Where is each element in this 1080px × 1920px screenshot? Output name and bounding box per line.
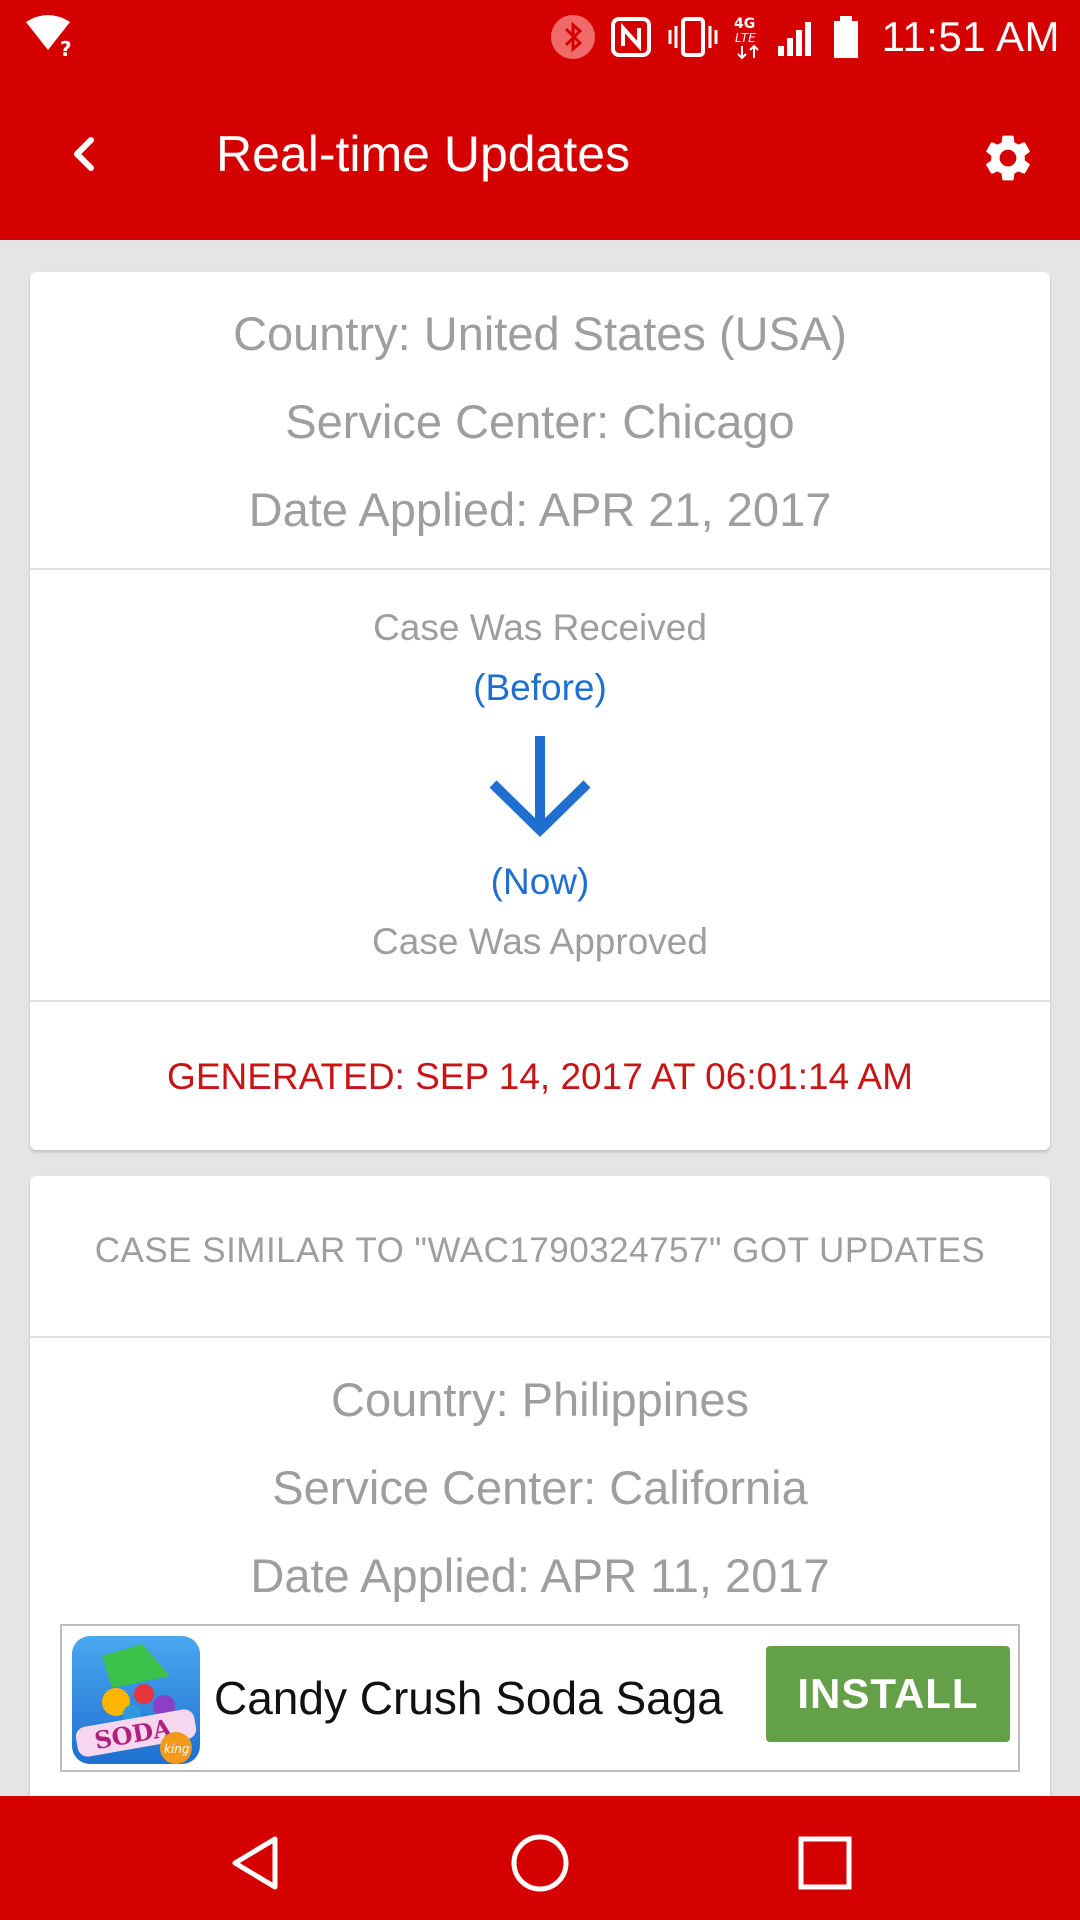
- back-triangle-icon[interactable]: [220, 1828, 290, 1898]
- country-text: Country: United States (USA): [233, 307, 847, 360]
- before-status: Case Was Received: [373, 607, 707, 648]
- back-button[interactable]: [54, 124, 114, 184]
- service-center-text: Service Center: California: [272, 1461, 808, 1514]
- navigation-bar: [0, 1796, 1080, 1920]
- generated-timestamp: GENERATED: SEP 14, 2017 AT 06:01:14 AM: [167, 1056, 913, 1097]
- settings-button[interactable]: [978, 128, 1038, 188]
- install-button[interactable]: INSTALL: [766, 1646, 1010, 1742]
- page-title: Real-time Updates: [216, 126, 631, 182]
- app-bar: Real-time Updates: [0, 74, 1080, 240]
- country-text: Country: Philippines: [331, 1373, 749, 1426]
- date-applied-text: Date Applied: APR 21, 2017: [248, 483, 832, 536]
- bluetooth-icon: [550, 14, 596, 60]
- recents-square-icon[interactable]: [790, 1828, 860, 1898]
- now-status: Case Was Approved: [372, 921, 708, 962]
- now-tag: (Now): [490, 861, 590, 902]
- update-card[interactable]: Country: United States (USA) Service Cen…: [30, 272, 1050, 1150]
- lte-icon: 4G LTE: [734, 14, 762, 60]
- status-time: 11:51 AM: [881, 13, 1060, 60]
- svg-text:4G: 4G: [734, 16, 755, 32]
- date-applied-text: Date Applied: APR 11, 2017: [250, 1549, 830, 1602]
- updates-list[interactable]: Country: United States (USA) Service Cen…: [0, 240, 1080, 1796]
- wifi-question-icon: ?: [24, 14, 74, 63]
- vibrate-icon: [666, 16, 720, 58]
- svg-text:?: ?: [60, 37, 72, 58]
- before-tag: (Before): [473, 667, 607, 708]
- ad-banner[interactable]: SODA king Candy Crush Soda Saga INSTALL: [60, 1624, 1020, 1772]
- svg-text:LTE: LTE: [735, 31, 756, 45]
- case-info: Country: United States (USA) Service Cen…: [30, 272, 1050, 568]
- ad-title[interactable]: Candy Crush Soda Saga: [214, 1626, 723, 1770]
- app-icon-subtext: king: [164, 1742, 190, 1756]
- home-circle-icon[interactable]: [505, 1828, 575, 1898]
- arrow-down-icon: [30, 718, 1050, 852]
- gear-icon: [986, 135, 1030, 181]
- case-info: Country: Philippines Service Center: Cal…: [30, 1338, 1050, 1620]
- nfc-icon: [610, 16, 652, 58]
- status-bar: ? 4G LTE 11:51 AM: [0, 0, 1080, 74]
- service-center-text: Service Center: Chicago: [285, 395, 795, 448]
- signal-icon: [776, 16, 818, 58]
- similar-case-headline: CASE SIMILAR TO "WAC1790324757" GOT UPDA…: [94, 1231, 986, 1270]
- status-transition: Case Was Received (Before) (Now) Case Wa…: [30, 570, 1050, 1000]
- app-icon[interactable]: SODA king: [72, 1636, 200, 1764]
- battery-icon: [832, 14, 860, 60]
- chevron-left-icon: [74, 137, 94, 171]
